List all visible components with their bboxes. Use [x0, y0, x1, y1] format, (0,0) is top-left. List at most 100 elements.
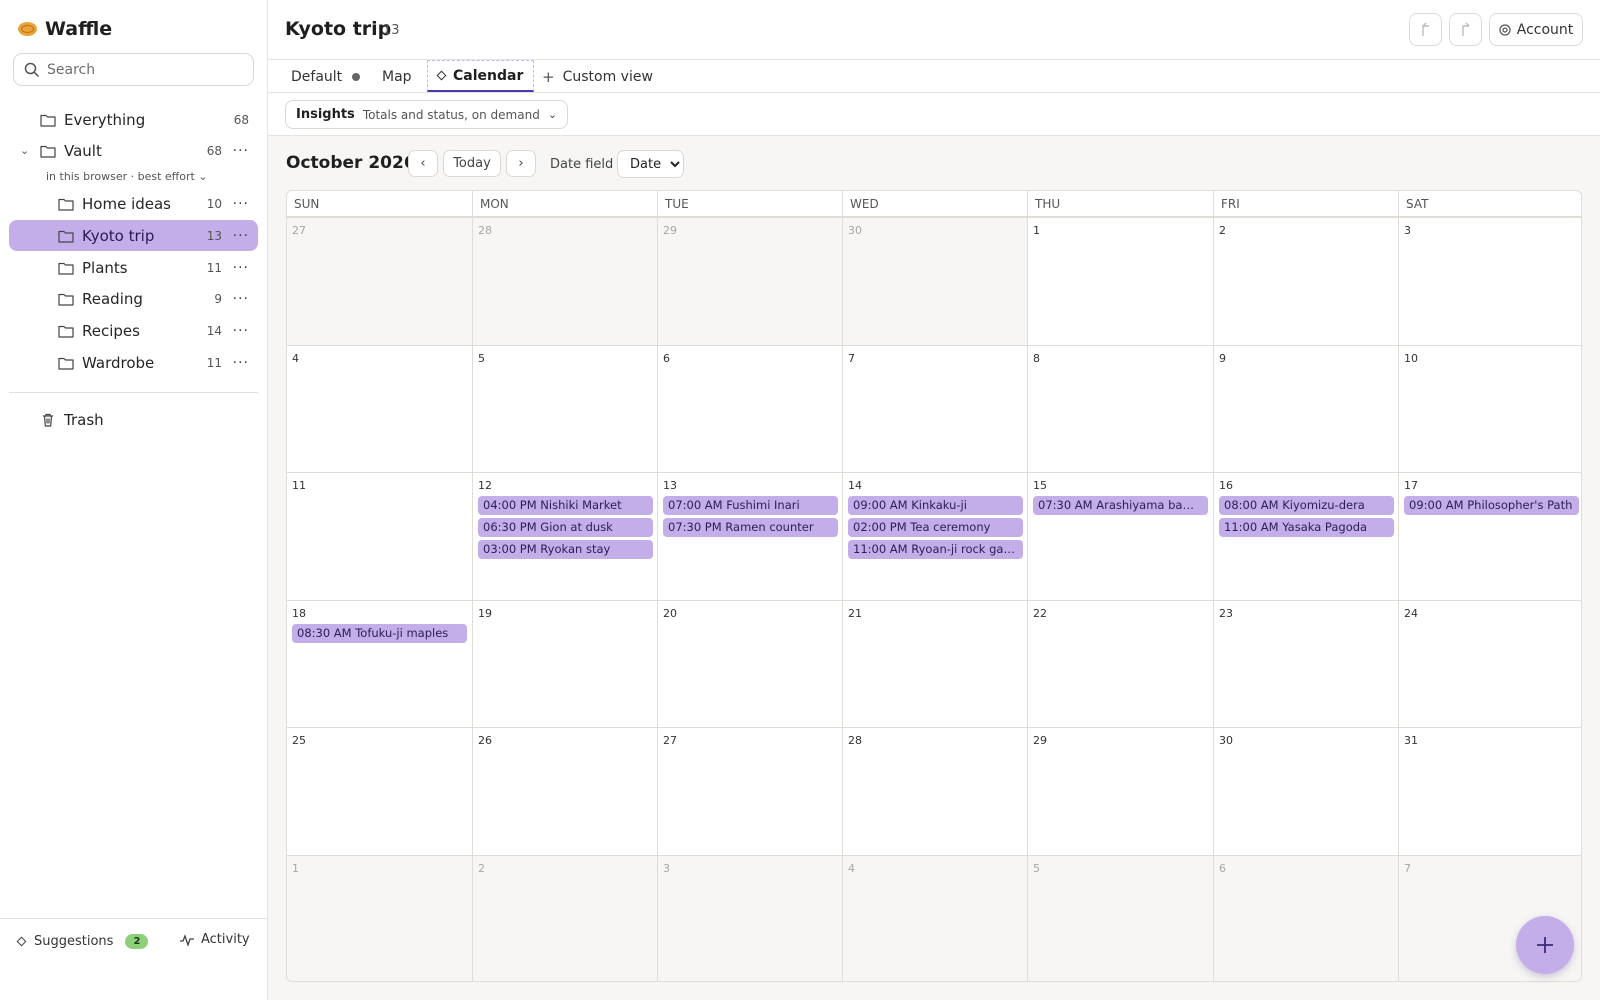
account-button[interactable]: Account	[1489, 13, 1583, 46]
account-icon	[1499, 23, 1511, 36]
calendar-event[interactable]: 03:00 PM Ryokan stay	[478, 540, 653, 559]
day-number: 24	[1404, 607, 1418, 620]
calendar-day-cell[interactable]: 5	[1027, 855, 1213, 981]
day-number: 19	[478, 607, 492, 620]
more-icon[interactable]: ···	[233, 355, 249, 371]
search-box[interactable]	[13, 53, 254, 86]
calendar-day-cell[interactable]: 3	[1398, 217, 1581, 346]
previous-month-button[interactable]: ‹	[408, 150, 438, 177]
calendar-event[interactable]: 07:00 AM Fushimi Inari	[663, 496, 838, 515]
calendar-event[interactable]: 07:30 PM Ramen counter	[663, 518, 838, 537]
more-icon[interactable]: ···	[233, 291, 249, 307]
search-input[interactable]	[47, 61, 227, 78]
calendar-day-cell[interactable]: 12 04:00 PM Nishiki Market 06:30 PM Gion a…	[472, 472, 658, 601]
more-icon[interactable]: ···	[233, 323, 249, 339]
date-field-select[interactable]: Date	[617, 150, 684, 178]
sidebar-item-recipes[interactable]: Recipes 14 ···	[9, 315, 258, 346]
sidebar-item-trash[interactable]: Trash	[9, 404, 258, 435]
undo-button[interactable]	[1409, 13, 1442, 46]
calendar-day-cell[interactable]: 27	[287, 217, 472, 346]
calendar-day-cell[interactable]: 4	[842, 855, 1028, 981]
add-item-button[interactable]	[1516, 916, 1574, 974]
calendar-day-cell[interactable]: 23	[1213, 600, 1399, 729]
calendar-day-cell[interactable]: 25	[287, 727, 472, 856]
day-number: 14	[848, 479, 862, 492]
day-number: 5	[478, 352, 485, 365]
chevron-down-icon[interactable]: ⌄	[20, 144, 29, 157]
redo-button[interactable]	[1449, 13, 1482, 46]
tab-map[interactable]: Map	[382, 60, 412, 93]
calendar-day-cell[interactable]: 11	[287, 472, 472, 601]
suggestions-label: Suggestions	[34, 934, 114, 949]
insights-dropdown[interactable]: Insights Totals and status, on demand ⌄	[285, 100, 569, 129]
calendar-day-cell[interactable]: 3	[657, 855, 843, 981]
more-icon[interactable]: ···	[233, 196, 249, 212]
calendar-day-cell[interactable]: 22	[1027, 600, 1213, 729]
sidebar-item-everything[interactable]: Everything 68	[9, 104, 258, 135]
vault-storage-note[interactable]: in this browser · best effort ⌄	[46, 170, 208, 183]
calendar-day-cell[interactable]: 18 08:30 AM Tofuku-ji maples	[287, 600, 472, 729]
calendar-event[interactable]: 07:30 AM Arashiyama bamboo grove	[1033, 496, 1208, 515]
more-icon[interactable]: ···	[233, 143, 249, 159]
calendar-day-cell[interactable]: 17 09:00 AM Philosopher's Path	[1398, 472, 1581, 601]
calendar-day-cell[interactable]: 6	[657, 345, 843, 474]
calendar-event[interactable]: 02:00 PM Tea ceremony	[848, 518, 1023, 537]
sidebar-item-plants[interactable]: Plants 11 ···	[9, 252, 258, 283]
more-icon[interactable]: ···	[233, 228, 249, 244]
today-button[interactable]: Today	[443, 150, 501, 177]
calendar-day-cell[interactable]: 4	[287, 345, 472, 474]
calendar-day-cell[interactable]: 15 07:30 AM Arashiyama bamboo grove	[1027, 472, 1213, 601]
calendar-event[interactable]: 11:00 AM Yasaka Pagoda	[1219, 518, 1394, 537]
calendar-event[interactable]: 08:30 AM Tofuku-ji maples	[292, 624, 467, 643]
day-number: 20	[663, 607, 677, 620]
activity-button[interactable]: Activity	[180, 932, 250, 947]
calendar-day-cell[interactable]: 31	[1398, 727, 1581, 856]
calendar-day-cell[interactable]: 7	[842, 345, 1028, 474]
calendar-day-cell[interactable]: 9	[1213, 345, 1399, 474]
calendar-day-cell[interactable]: 13 07:00 AM Fushimi Inari 07:30 PM Ramen c…	[657, 472, 843, 601]
calendar-event[interactable]: 04:00 PM Nishiki Market	[478, 496, 653, 515]
calendar-day-cell[interactable]: 29	[657, 217, 843, 346]
sidebar-item-kyoto-trip[interactable]: Kyoto trip 13 ···	[9, 220, 258, 251]
calendar-event[interactable]: 08:00 AM Kiyomizu-dera	[1219, 496, 1394, 515]
more-icon[interactable]: ···	[233, 260, 249, 276]
next-month-button[interactable]: ›	[506, 150, 536, 177]
suggestions-button[interactable]: Suggestions 2	[16, 934, 149, 949]
calendar-day-cell[interactable]: 26	[472, 727, 658, 856]
sidebar-item-home-ideas[interactable]: Home ideas 10 ···	[9, 188, 258, 219]
calendar-day-cell[interactable]: 20	[657, 600, 843, 729]
weekday-label: MON	[472, 191, 657, 217]
tab-default[interactable]: Default	[291, 60, 361, 93]
calendar-day-cell[interactable]: 19	[472, 600, 658, 729]
calendar-event[interactable]: 06:30 PM Gion at dusk	[478, 518, 653, 537]
sidebar-item-reading[interactable]: Reading 9 ···	[9, 283, 258, 314]
calendar-day-cell[interactable]: 30	[1213, 727, 1399, 856]
sidebar-item-vault[interactable]: ⌄ Vault 68 ···	[9, 135, 258, 166]
day-number: 26	[478, 734, 492, 747]
calendar-day-cell[interactable]: 1	[287, 855, 472, 981]
calendar-day-cell[interactable]: 28	[472, 217, 658, 346]
calendar-day-cell[interactable]: 2	[472, 855, 658, 981]
sidebar-item-label: Vault	[64, 141, 102, 160]
calendar-event[interactable]: 09:00 AM Kinkaku-ji	[848, 496, 1023, 515]
calendar-day-cell[interactable]: 28	[842, 727, 1028, 856]
sidebar-item-wardrobe[interactable]: Wardrobe 11 ···	[9, 347, 258, 378]
calendar-event[interactable]: 11:00 AM Ryoan-ji rock garden	[848, 540, 1023, 559]
calendar-event[interactable]: 09:00 AM Philosopher's Path	[1404, 496, 1579, 515]
calendar-day-cell[interactable]: 8	[1027, 345, 1213, 474]
tab-calendar[interactable]: Calendar	[427, 60, 535, 92]
calendar-day-cell[interactable]: 29	[1027, 727, 1213, 856]
calendar-day-cell[interactable]: 16 08:00 AM Kiyomizu-dera 11:00 AM Yasaka …	[1213, 472, 1399, 601]
calendar-day-cell[interactable]: 21	[842, 600, 1028, 729]
calendar-day-cell[interactable]: 5	[472, 345, 658, 474]
calendar-day-cell[interactable]: 2	[1213, 217, 1399, 346]
calendar-day-cell[interactable]: 6	[1213, 855, 1399, 981]
calendar-day-cell[interactable]: 14 09:00 AM Kinkaku-ji 02:00 PM Tea ceremo…	[842, 472, 1028, 601]
calendar-day-cell[interactable]: 30	[842, 217, 1028, 346]
brand[interactable]: Waffle	[18, 18, 112, 40]
calendar-day-cell[interactable]: 24	[1398, 600, 1581, 729]
calendar-day-cell[interactable]: 1	[1027, 217, 1213, 346]
calendar-day-cell[interactable]: 10	[1398, 345, 1581, 474]
calendar-day-cell[interactable]: 27	[657, 727, 843, 856]
tab-custom-view[interactable]: + Custom view	[542, 60, 653, 93]
